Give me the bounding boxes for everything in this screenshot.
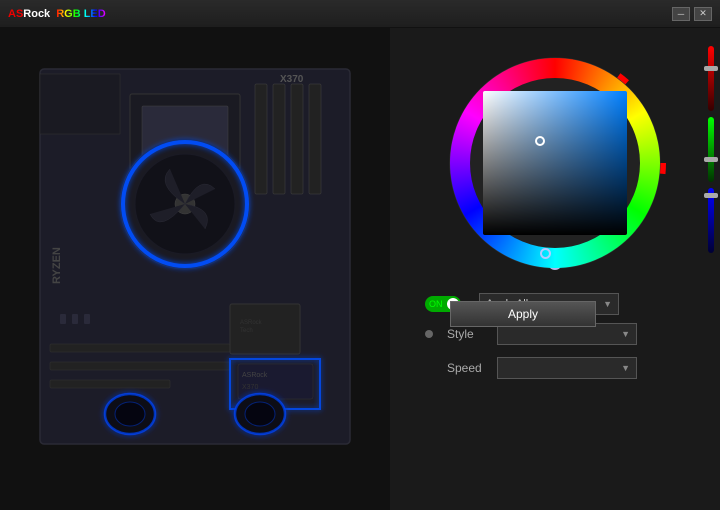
close-button[interactable]: ✕: [694, 7, 712, 21]
svg-text:ASRock: ASRock: [240, 320, 263, 326]
window-controls: ─ ✕: [672, 7, 712, 21]
color-gradient-square[interactable]: [483, 91, 627, 235]
style-dot: [425, 330, 433, 338]
motherboard-panel: X370 ASRock X370: [0, 28, 390, 510]
style-arrow: ▼: [621, 329, 630, 339]
red-slider-track[interactable]: [708, 46, 714, 111]
speed-arrow: ▼: [621, 363, 630, 373]
svg-text:RYZEN: RYZEN: [51, 247, 63, 284]
svg-text:ASRock: ASRock: [242, 372, 268, 379]
red-slider-handle[interactable]: [704, 66, 718, 71]
red-slider-container: [708, 46, 714, 253]
apply-button-wrapper: Apply: [450, 293, 598, 327]
title-bar: ASRock RGB LED ─ ✕: [0, 0, 720, 28]
blue-slider-handle[interactable]: [704, 193, 718, 198]
svg-text:Tech: Tech: [240, 328, 253, 334]
color-wheel-container[interactable]: [440, 48, 670, 278]
speed-row: Speed ▼: [425, 357, 685, 379]
main-content: X370 ASRock X370: [0, 28, 720, 510]
speed-label: Speed: [447, 361, 487, 375]
minimize-button[interactable]: ─: [672, 7, 690, 21]
style-label: Style: [447, 327, 487, 341]
svg-text:X370: X370: [280, 74, 304, 85]
asrock-text: ASRock: [8, 8, 50, 20]
apply-all-arrow: ▼: [603, 299, 612, 309]
motherboard-image: X370 ASRock X370: [30, 64, 360, 454]
apply-button[interactable]: Apply: [450, 301, 596, 327]
svg-text:X370: X370: [242, 384, 258, 391]
right-panel: ON Apply All ▼ RGB LED Header Chipset: [390, 28, 720, 510]
app-title: RGB LED: [56, 8, 106, 20]
blue-slider-track[interactable]: [708, 188, 714, 253]
toggle-on-label: ON: [429, 299, 443, 309]
motherboard-container: X370 ASRock X370: [30, 64, 360, 484]
speed-dropdown[interactable]: ▼: [497, 357, 637, 379]
green-slider-handle[interactable]: [704, 157, 718, 162]
green-slider-track[interactable]: [708, 117, 714, 182]
app-logo: ASRock RGB LED: [8, 8, 106, 20]
rgb-sliders-panel: [708, 46, 714, 261]
